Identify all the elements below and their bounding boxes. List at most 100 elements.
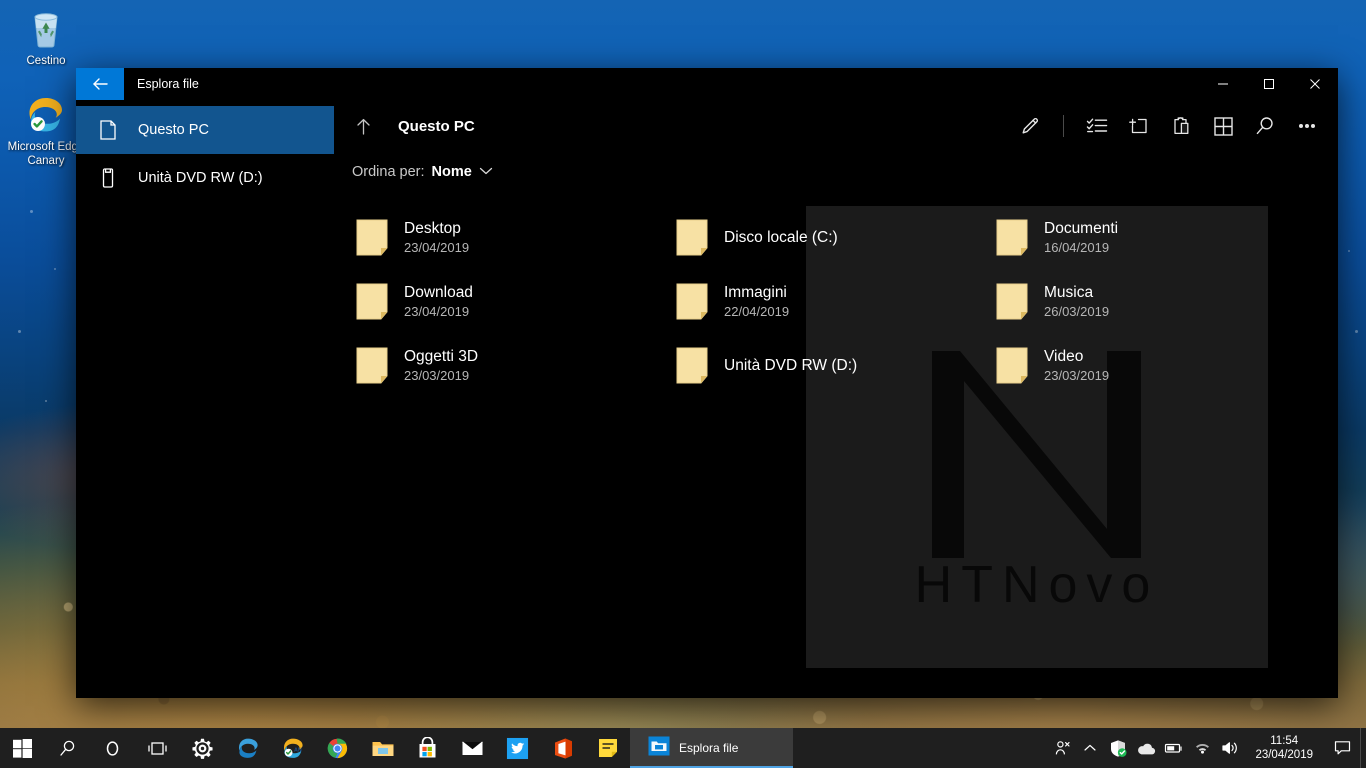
file-grid: Desktop 23/04/2019 Disco locale (C:) Docu… — [334, 192, 1338, 698]
file-item[interactable]: Unità DVD RW (D:) — [666, 334, 986, 398]
edge-canary-icon: AN — [283, 738, 303, 758]
start-button[interactable] — [0, 728, 45, 768]
sticky-notes-button[interactable] — [585, 728, 630, 768]
taskbar-edge-canary-button[interactable]: AN — [270, 728, 315, 768]
taskbar-file-explorer-button[interactable] — [360, 728, 405, 768]
edge-button[interactable] — [225, 728, 270, 768]
folder-icon — [674, 346, 710, 386]
people-icon[interactable] — [1048, 728, 1076, 768]
up-button[interactable] — [346, 109, 380, 143]
folder-icon — [996, 219, 1028, 256]
file-item-date: 23/03/2019 — [404, 368, 470, 383]
dvd-drive-icon — [94, 167, 122, 189]
sidebar-item-questo-pc[interactable]: Questo PC — [76, 106, 334, 154]
chrome-button[interactable] — [315, 728, 360, 768]
file-item-text: Download 23/04/2019 — [404, 283, 473, 321]
folder-icon — [676, 347, 708, 384]
paste-button[interactable] — [1160, 106, 1202, 146]
file-item[interactable]: Oggetti 3D 23/03/2019 — [346, 334, 666, 398]
folder-icon — [356, 219, 388, 256]
folder-icon — [676, 219, 708, 256]
folder-icon — [996, 347, 1028, 384]
folder-icon — [674, 218, 710, 258]
file-item-text: Immagini 22/04/2019 — [724, 283, 789, 321]
folder-icon — [372, 741, 393, 756]
sort-label: Ordina per: — [352, 164, 425, 180]
folder-icon — [994, 282, 1030, 322]
mail-button[interactable] — [450, 728, 495, 768]
taskbar-clock[interactable]: 11:54 23/04/2019 — [1244, 728, 1324, 768]
task-view-button[interactable] — [135, 728, 180, 768]
file-item-date: 16/04/2019 — [1044, 240, 1110, 255]
cortana-button[interactable] — [90, 728, 135, 768]
security-shield-icon[interactable] — [1104, 728, 1132, 768]
file-item[interactable]: Video 23/03/2019 — [986, 334, 1306, 398]
file-item-name: Immagini — [724, 284, 787, 301]
sidebar-item-label: Unità DVD RW (D:) — [138, 170, 263, 186]
window-title: Esplora file — [137, 77, 199, 91]
file-item-name: Desktop — [404, 220, 461, 237]
chevron-down-icon — [479, 163, 493, 181]
more-button[interactable] — [1286, 106, 1328, 146]
file-item-name: Video — [1044, 348, 1084, 365]
sticky-notes-icon — [598, 739, 617, 757]
edge-icon — [238, 738, 258, 758]
file-item[interactable]: Desktop 23/04/2019 — [346, 206, 666, 270]
battery-icon[interactable] — [1160, 728, 1188, 768]
window-body: Questo PC Unità DVD RW (D:) Questo PC Or… — [76, 100, 1338, 698]
clock-date: 23/04/2019 — [1255, 749, 1313, 761]
twitter-icon — [506, 737, 529, 759]
file-item-name: Musica — [1044, 284, 1094, 301]
select-button[interactable] — [1076, 106, 1118, 146]
show-desktop-button[interactable] — [1360, 728, 1366, 768]
svg-text:AN: AN — [294, 747, 302, 753]
volume-icon[interactable] — [1216, 728, 1244, 768]
taskbar-active-window-esplora-file[interactable]: Esplora file — [630, 728, 793, 768]
notification-center-button[interactable] — [1324, 728, 1360, 768]
this-pc-icon — [94, 119, 122, 141]
gear-icon — [192, 738, 213, 759]
folder-icon — [996, 283, 1028, 320]
chevron-up-icon[interactable] — [1076, 728, 1104, 768]
taskbar-spacer — [793, 728, 1048, 768]
desktop-icon-cestino[interactable]: Cestino — [8, 6, 84, 68]
view-button[interactable] — [1202, 106, 1244, 146]
file-explorer-icon — [648, 736, 670, 761]
taskbar-search-button[interactable] — [45, 728, 90, 768]
file-item-name: Download — [404, 284, 473, 301]
sidebar-item-dvd-drive[interactable]: Unità DVD RW (D:) — [76, 154, 334, 202]
folder-icon — [994, 218, 1030, 258]
minimize-button[interactable] — [1200, 68, 1246, 100]
wifi-icon[interactable] — [1188, 728, 1216, 768]
sort-control[interactable]: Ordina per: Nome — [344, 159, 501, 185]
file-item-text: Oggetti 3D 23/03/2019 — [404, 347, 478, 385]
taskbar: AN Esplora file 11:54 23/04/2019 — [0, 728, 1366, 768]
search-button[interactable] — [1244, 106, 1286, 146]
close-button[interactable] — [1292, 68, 1338, 100]
settings-button[interactable] — [180, 728, 225, 768]
title-bar: Esplora file — [76, 68, 1338, 100]
mail-icon — [462, 741, 483, 755]
file-item[interactable]: Immagini 22/04/2019 — [666, 270, 986, 334]
back-button[interactable] — [76, 68, 124, 100]
file-item-text: Disco locale (C:) — [724, 228, 838, 248]
onedrive-cloud-icon[interactable] — [1132, 728, 1160, 768]
edit-button[interactable] — [1009, 106, 1051, 146]
file-item[interactable]: Musica 26/03/2019 — [986, 270, 1306, 334]
file-item[interactable]: Download 23/04/2019 — [346, 270, 666, 334]
file-item-name: Oggetti 3D — [404, 348, 479, 365]
office-button[interactable] — [540, 728, 585, 768]
sort-bar: Ordina per: Nome — [334, 152, 1338, 192]
twitter-button[interactable] — [495, 728, 540, 768]
folder-icon — [676, 283, 708, 320]
file-item[interactable]: Documenti 16/04/2019 — [986, 206, 1306, 270]
command-bar: Questo PC — [334, 100, 1338, 152]
navigation-sidebar: Questo PC Unità DVD RW (D:) — [76, 100, 334, 698]
file-item[interactable]: Disco locale (C:) — [666, 206, 986, 270]
file-item-text: Unità DVD RW (D:) — [724, 356, 857, 376]
file-item-name: Unità DVD RW (D:) — [724, 357, 858, 374]
breadcrumb[interactable]: Questo PC — [398, 118, 475, 135]
new-folder-button[interactable] — [1118, 106, 1160, 146]
store-button[interactable] — [405, 728, 450, 768]
maximize-button[interactable] — [1246, 68, 1292, 100]
